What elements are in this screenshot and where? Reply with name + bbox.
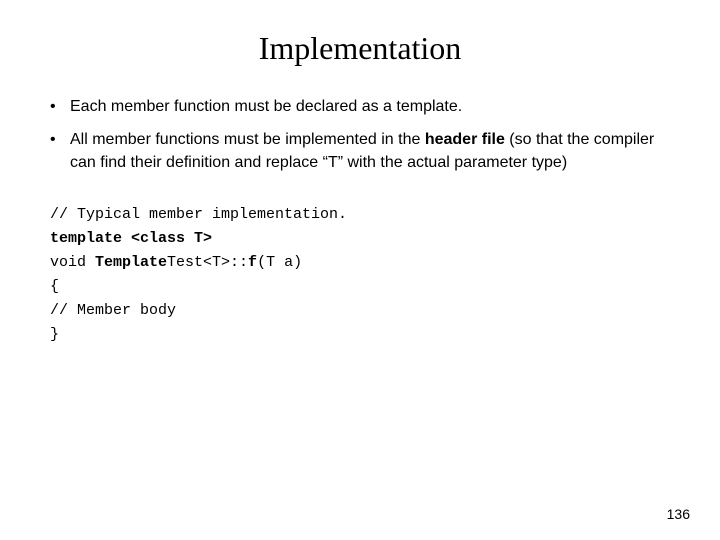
- code-params: (T a): [257, 254, 302, 271]
- bullet-list: Each member function must be declared as…: [50, 95, 670, 175]
- code-template-line: template <class T>: [50, 230, 212, 247]
- page-number: 136: [667, 506, 690, 522]
- code-line-5: // Member body: [50, 299, 670, 323]
- code-line-4: {: [50, 275, 670, 299]
- slide: Implementation Each member function must…: [0, 0, 720, 540]
- code-void: void: [50, 254, 95, 271]
- code-line-2: template <class T>: [50, 227, 670, 251]
- slide-title: Implementation: [50, 30, 670, 67]
- code-templatetest-bold: Template: [95, 254, 167, 271]
- code-f-bold: f: [248, 254, 257, 271]
- code-open-brace: {: [50, 278, 59, 295]
- code-line-6: }: [50, 323, 670, 347]
- bullet1-text: Each member function must be declared as…: [70, 98, 462, 115]
- bullet2-text-before: All member functions must be implemented…: [70, 131, 425, 148]
- bullet-item-2: All member functions must be implemented…: [50, 128, 670, 174]
- code-comment: // Typical member implementation.: [50, 206, 347, 223]
- code-block: // Typical member implementation. templa…: [50, 203, 670, 347]
- bullet-item-1: Each member function must be declared as…: [50, 95, 670, 118]
- bullet2-bold-text: header file: [425, 131, 505, 148]
- code-test-mid: Test<T>::: [167, 254, 248, 271]
- code-member-body: // Member body: [50, 302, 176, 319]
- code-line-3: void TemplateTest<T>::f(T a): [50, 251, 670, 275]
- code-close-brace: }: [50, 326, 59, 343]
- code-line-1: // Typical member implementation.: [50, 203, 670, 227]
